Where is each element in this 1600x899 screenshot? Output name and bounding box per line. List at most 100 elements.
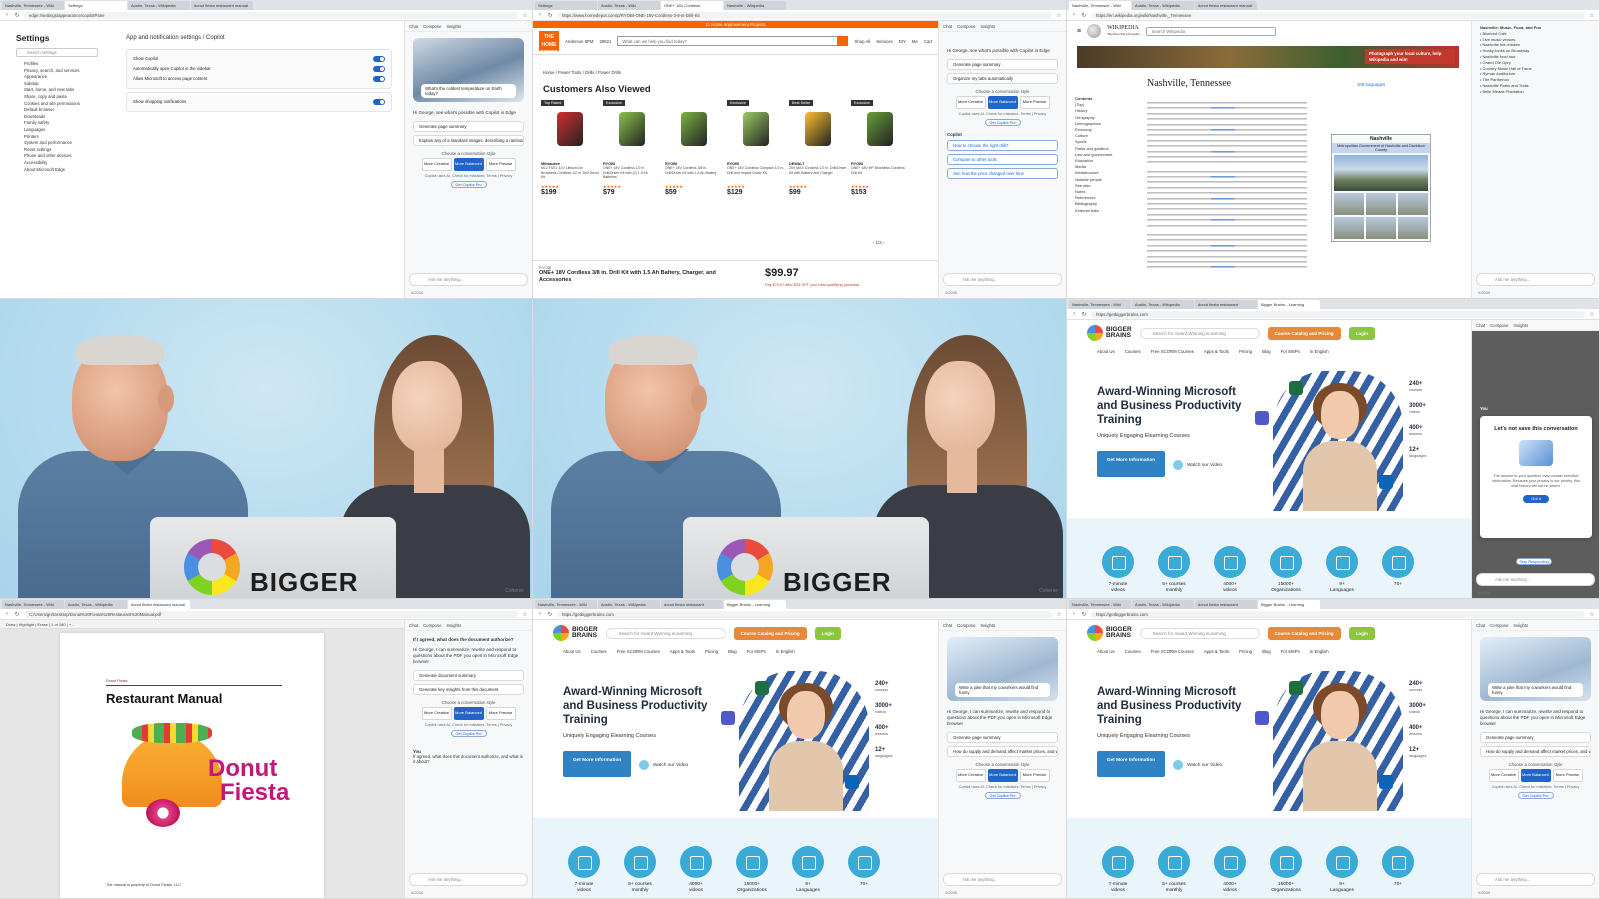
bb-nav-item[interactable]: In English [776,649,795,654]
bb-nav-item[interactable]: Blog [1262,349,1271,354]
copilot-tab-chat[interactable]: Chat [409,24,418,29]
copilot-hero-question[interactable]: If I agreed, what does the document auth… [405,635,532,645]
feature-item[interactable]: 5+ courses monthly [623,846,657,894]
copilot-tab-insights[interactable]: Insights [980,24,995,29]
got-it-button[interactable]: Got it [1523,495,1549,503]
style-creative-button[interactable]: More Creative [955,96,986,109]
copilot-suggestion[interactable]: Generate key insights from this document [413,684,524,695]
product-description[interactable]: 20V MAX Cordless 1/2 in. Drill/Driver Ki… [789,166,847,184]
style-creative-button[interactable]: More Creative [955,769,986,782]
product-card[interactable]: Exclusive RYOBI ONE+ 18V Cordless Compact … [727,100,785,196]
star-icon[interactable]: ☆ [522,12,528,19]
bb-nav-item[interactable]: About Us [1097,649,1115,654]
feature-item[interactable]: 4000+ videos [1213,846,1247,894]
copilot-tab-compose[interactable]: Compose [957,24,975,29]
montage-photo[interactable] [1334,193,1364,215]
hd-logo[interactable]: THE HOME DEPOT [539,31,559,56]
watch-video-link[interactable]: Watch our Video [1173,460,1222,470]
browser-tab-active[interactable]: Settings [65,1,127,10]
copilot-tab-insights[interactable]: Insights [446,623,461,628]
copilot-suggestion[interactable]: Generate document summary [413,670,524,681]
wikipedia-globe-icon[interactable] [1087,24,1102,38]
login-button[interactable]: Login [1348,326,1375,340]
copilot-tab-compose[interactable]: Compose [1490,323,1508,328]
stop-responding-button[interactable]: Stop Responding [1516,558,1552,565]
copilot-pro-button[interactable]: Get Copilot Pro [450,181,487,188]
settings-nav-item[interactable]: Privacy, search, and services [16,68,112,75]
bb-nav-item[interactable]: Courses [591,649,607,654]
copilot-tab-chat[interactable]: Chat [943,623,952,628]
browser-tab-active[interactable]: donut fiesta restaurant manual [128,600,190,609]
back-icon[interactable]: ‹ [1071,311,1077,317]
copilot-pro-button[interactable]: Get Copilot Pro [450,730,487,737]
browser-tab[interactable]: donut fiesta restaurant manual [191,1,253,10]
browser-tab[interactable]: Nashville, Tennessee - Wiki [2,1,64,10]
star-icon[interactable]: ☆ [1056,611,1062,618]
feature-item[interactable]: 70+ [1381,546,1415,594]
bb-nav-item[interactable]: For MSPs [1281,349,1300,354]
montage-photo[interactable] [1366,193,1396,215]
prev-icon[interactable]: ‹ [873,240,874,245]
copilot-suggestion[interactable]: Explain any of a standard images, descri… [413,135,524,146]
hd-zip[interactable]: 29621 [599,39,611,44]
style-balanced-button[interactable]: More Balanced [1520,769,1551,782]
copilot-tab-insights[interactable]: Insights [1513,323,1528,328]
get-more-info-button[interactable]: Get More Information [1097,751,1165,777]
product-card[interactable]: Top Rated Milwaukee M12 FUEL 12V Lithium-I… [541,100,599,196]
product-description[interactable]: ONE+ 18V Cordless 1/2 in. Drill/Driver K… [603,166,661,184]
browser-tab-active[interactable]: ONE+ 18V Cordless [661,1,723,10]
feature-item[interactable]: 7-minute videos [567,846,601,894]
copilot-input[interactable]: Ask me anything... [1476,273,1595,286]
copilot-suggestion[interactable]: How do supply and demand affect market p… [1480,746,1591,757]
bb-search-input[interactable]: Search for Award Winning eLearning [605,627,726,639]
montage-photo[interactable] [1398,217,1428,239]
feature-item[interactable]: 9+ Languages [791,846,825,894]
copilot-followup[interactable]: How to choose the right drill? [947,140,1058,151]
bb-nav-item[interactable]: Free SCORM Courses [1151,349,1194,354]
refresh-icon[interactable]: ↻ [547,611,553,618]
montage-photo[interactable] [1366,217,1396,239]
copilot-tab-insights[interactable]: Insights [1513,623,1528,628]
copilot-tab-compose[interactable]: Compose [423,24,441,29]
browser-tab[interactable]: Nashville, Tennessee - Wiki [1069,600,1131,609]
wiki-search-input[interactable]: Search Wikipedia [1145,26,1276,36]
copilot-pro-button[interactable]: Get Copilot Pro [1517,792,1554,799]
get-more-info-button[interactable]: Get More Information [563,751,631,777]
back-icon[interactable]: ‹ [1071,12,1077,18]
bb-search-input[interactable]: Search for Award Winning eLearning [1139,327,1260,339]
toc-item[interactable]: External links [1075,208,1137,214]
bb-nav-item[interactable]: Apps & Tools [1204,349,1229,354]
settings-nav-item[interactable]: Accessibility [16,160,112,167]
settings-nav-item[interactable]: System and performance [16,140,112,147]
browser-tab[interactable]: Settings [535,1,597,10]
url-field[interactable]: https://getbiggerbrains.com [1091,610,1585,618]
bb-nav-item[interactable]: About Us [563,649,581,654]
product-image[interactable]: Exclusive [727,100,785,158]
skyline-photo[interactable] [1334,155,1428,191]
copilot-followup[interactable]: Compare to other tools [947,154,1058,165]
bb-nav-item[interactable]: Free SCORM Courses [617,649,660,654]
settings-nav-item[interactable]: Reset settings [16,147,112,154]
star-icon[interactable]: ☆ [522,611,528,618]
feature-item[interactable]: 15000+ Organizations [1269,846,1303,894]
copilot-input[interactable]: Ask me anything... [409,273,528,286]
browser-tab[interactable]: Austin, Texas - Wikipedia [65,600,127,609]
browser-tab[interactable]: Nashville, Tennessee - Wiki [1069,300,1131,309]
settings-nav-item[interactable]: Start, home, and new tabs [16,87,112,94]
copilot-suggestion[interactable]: Generate page summary [1480,732,1591,743]
copilot-tab-chat[interactable]: Chat [409,623,418,628]
feature-item[interactable]: 9+ Languages [1325,846,1359,894]
feature-item[interactable]: 7-minute videos [1101,846,1135,894]
copilot-tab-compose[interactable]: Compose [1490,623,1508,628]
browser-tab[interactable]: Austin, Texas - Wiki [598,1,660,10]
copilot-tab-chat[interactable]: Chat [943,24,952,29]
style-precise-button[interactable]: More Precise [1019,769,1050,782]
feature-item[interactable]: 15000+ Organizations [1269,546,1303,594]
toggle-switch[interactable] [373,76,385,82]
settings-nav-item[interactable]: Phone and other devices [16,153,112,160]
style-precise-button[interactable]: More Precise [1019,96,1050,109]
browser-tab-active[interactable]: Nashville, Tennessee - Wiki [1069,1,1131,10]
get-more-info-button[interactable]: Get More Information [1097,451,1165,477]
bb-nav-item[interactable]: For MSPs [1281,649,1300,654]
bb-nav-item[interactable]: Apps & Tools [670,649,695,654]
